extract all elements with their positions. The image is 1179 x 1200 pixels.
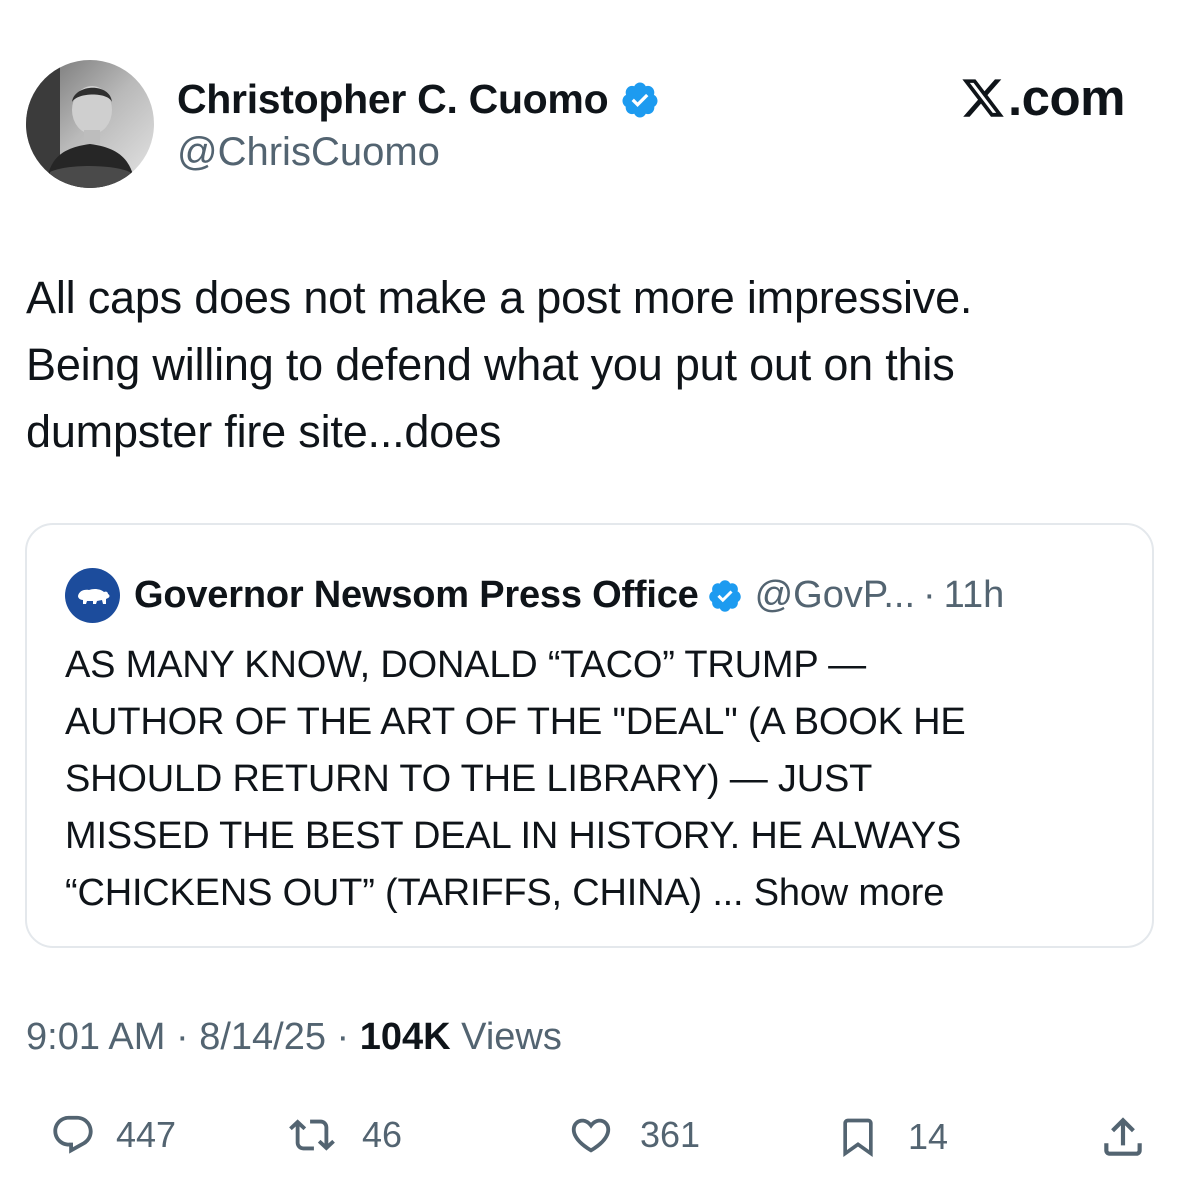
quoted-verified-badge-icon [708,579,741,612]
heart-icon [571,1118,611,1153]
like-button[interactable]: 361 [566,1112,700,1158]
quoted-author-handle[interactable]: @GovP... [755,574,915,617]
repost-button[interactable]: 46 [286,1112,402,1158]
author-handle[interactable]: @ChrisCuomo [177,130,440,175]
quoted-post-text: AS MANY KNOW, DONALD “TACO” TRUMP — AUTH… [65,637,1135,922]
x-logo-icon [962,78,1004,117]
show-more-link[interactable]: Show more [754,872,945,914]
repost-icon [289,1119,335,1151]
views-count[interactable]: 104K [360,1016,451,1058]
quoted-post-time[interactable]: 11h [944,574,1005,617]
like-count: 361 [640,1114,701,1155]
reply-icon [53,1115,93,1154]
quoted-post-card[interactable]: Governor Newsom Press Office @GovP... · … [25,523,1154,948]
bear-logo-icon [77,588,109,604]
brand-domain: .com [1007,69,1126,126]
views-label[interactable]: Views [451,1016,562,1058]
author-avatar[interactable] [26,60,154,188]
bookmark-button[interactable]: 14 [836,1112,948,1162]
author-name[interactable]: Christopher C. Cuomo [177,76,609,123]
x-brand: .com [960,68,1126,127]
bookmark-icon [843,1118,873,1158]
quoted-author-name[interactable]: Governor Newsom Press Office [134,574,699,617]
reply-button[interactable]: 447 [50,1112,176,1158]
quoted-separator: · [923,574,936,616]
post-date[interactable]: 8/14/25 [199,1016,326,1058]
post-text: All caps does not make a post more impre… [26,272,973,457]
author-name-row: Christopher C. Cuomo [177,76,660,123]
verified-badge-icon [622,82,658,117]
author-avatar-image [26,60,154,188]
meta-separator: · [165,1016,200,1058]
post-time[interactable]: 9:01 AM [26,1016,165,1058]
reply-count: 447 [116,1114,177,1155]
post-meta: 9:01 AM · 8/14/25 · 104K Views [26,1016,562,1059]
quoted-post-header: Governor Newsom Press Office @GovP... · … [65,568,1004,623]
quoted-author-avatar[interactable] [65,568,120,623]
meta-separator: · [326,1016,360,1058]
share-button[interactable] [1098,1112,1148,1162]
repost-count: 46 [362,1114,403,1155]
share-icon [1104,1117,1142,1156]
bookmark-count: 14 [908,1116,949,1157]
